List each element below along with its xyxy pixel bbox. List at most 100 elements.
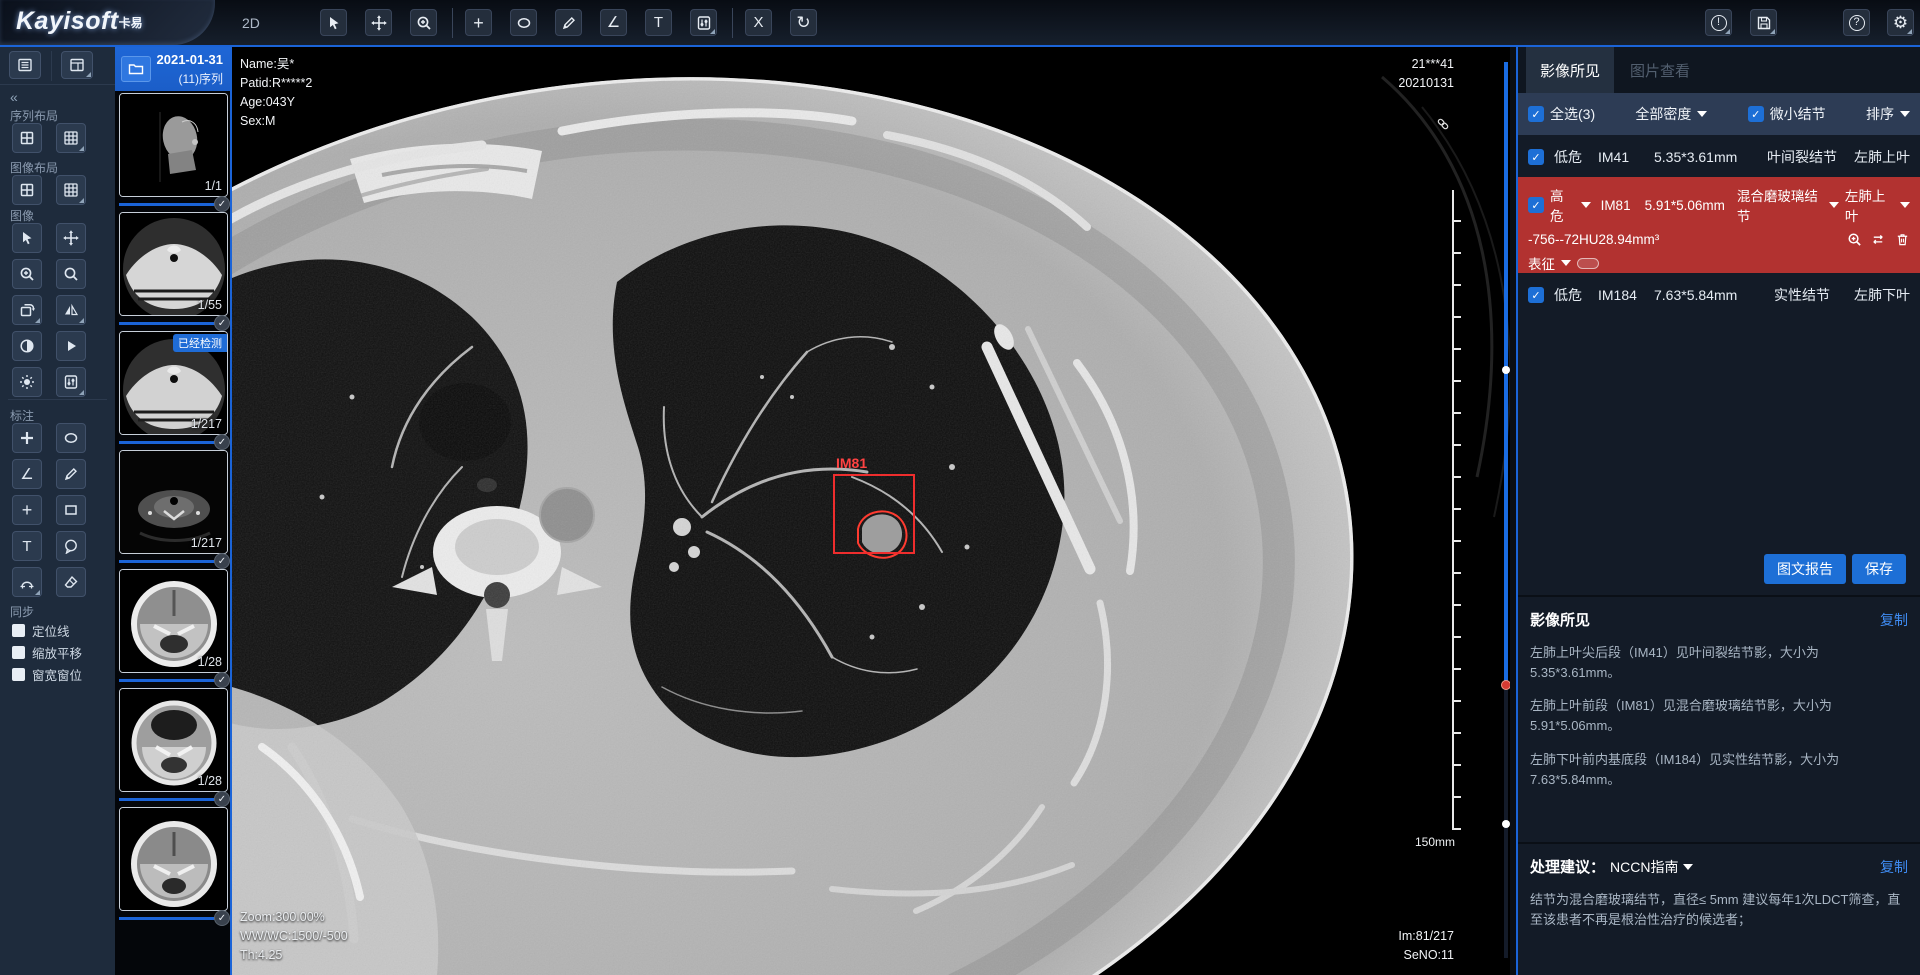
copy-findings-link[interactable]: 复制 — [1880, 610, 1908, 630]
checkbox-checked[interactable]: ✓ — [1528, 149, 1544, 165]
save-button[interactable]: 保存 — [1852, 554, 1906, 584]
image-layout-grid-button[interactable] — [56, 175, 86, 205]
select-all-checkbox[interactable]: ✓全选(3) — [1528, 104, 1595, 124]
ann-ellipse-button[interactable] — [56, 423, 86, 453]
scrollbar-thumb[interactable] — [1502, 366, 1510, 374]
side-flip-button[interactable] — [56, 295, 86, 325]
collapse-sidebar-button[interactable]: « — [10, 89, 18, 105]
zoom-tool-button[interactable] — [410, 9, 437, 36]
check-icon[interactable]: ✓ — [214, 196, 230, 212]
open-study-button[interactable] — [121, 56, 151, 82]
thumbnail-item[interactable]: 1/55 ✓ — [119, 212, 228, 316]
check-icon[interactable]: ✓ — [214, 434, 230, 450]
ct-viewport[interactable]: IM81 Name:吴*Patid:R*****2 Age:043YSex:M … — [232, 47, 1510, 975]
side-rotate-button[interactable] — [12, 295, 42, 325]
crosshair-tool-button[interactable]: + — [465, 9, 492, 36]
feature-toggle[interactable] — [1577, 258, 1599, 269]
chevron-down-icon[interactable] — [1683, 864, 1693, 870]
check-icon[interactable]: ✓ — [214, 910, 230, 926]
sync-localizer-checkbox[interactable]: 定位线 — [12, 621, 70, 640]
ct-image[interactable]: IM81 — [232, 47, 1510, 975]
chevron-down-icon[interactable] — [1561, 260, 1571, 266]
pencil-tool-button[interactable] — [555, 9, 582, 36]
locate-zoom-icon[interactable] — [1847, 232, 1862, 247]
angle-tool-button[interactable]: ∠ — [600, 9, 627, 36]
pan-tool-button[interactable] — [365, 9, 392, 36]
save-image-button[interactable] — [1750, 9, 1777, 36]
tab-image-view[interactable]: 图片查看 — [1616, 47, 1704, 93]
ann-plus-button[interactable]: + — [12, 495, 42, 525]
nodule-row-selected[interactable]: ✓ 高危 IM81 5.91*5.06mm 混合磨玻璃结节 左肺上叶 -756-… — [1518, 177, 1920, 273]
thumbnail-item[interactable]: ✓ — [119, 807, 228, 911]
check-icon[interactable]: ✓ — [214, 672, 230, 688]
side-cursor-button[interactable] — [12, 223, 42, 253]
ann-rectangle-button[interactable] — [56, 495, 86, 525]
sync-zoom-pan-checkbox[interactable]: 缩放平移 — [12, 643, 82, 662]
ann-angle-button[interactable]: ∠ — [12, 459, 42, 489]
tab-image-findings[interactable]: 影像所见 — [1526, 47, 1614, 93]
series-list-button[interactable] — [9, 51, 41, 79]
report-info-button[interactable]: ! — [1705, 9, 1732, 36]
checkbox[interactable] — [12, 668, 25, 681]
layout-preset-button[interactable] — [61, 51, 93, 79]
link-icon[interactable] — [1436, 117, 1450, 131]
thumbnail-item[interactable]: 1/1 ✓ — [119, 93, 228, 197]
sync-window-checkbox[interactable]: 窗宽窗位 — [12, 665, 82, 684]
check-icon[interactable]: ✓ — [214, 553, 230, 569]
trash-icon[interactable] — [1895, 232, 1910, 247]
side-zoom-in-button[interactable] — [12, 259, 42, 289]
thumbnail-item[interactable]: 已经检测 1/217 ✓ — [119, 331, 228, 435]
density-dropdown[interactable]: 全部密度 — [1635, 104, 1707, 124]
sort-dropdown[interactable]: 排序 — [1866, 104, 1910, 124]
compare-icon[interactable] — [1871, 232, 1886, 247]
series-layout-grid-button[interactable] — [56, 123, 86, 153]
reset-button[interactable]: ↻ — [790, 9, 817, 36]
series-layout-2x2-button[interactable] — [12, 123, 42, 153]
help-button[interactable]: ? — [1843, 9, 1870, 36]
side-invert-button[interactable] — [12, 331, 42, 361]
check-icon[interactable]: ✓ — [214, 791, 230, 807]
ann-comment-button[interactable] — [56, 531, 86, 561]
checkbox[interactable] — [12, 646, 25, 659]
checkbox-checked[interactable]: ✓ — [1528, 106, 1544, 122]
check-icon[interactable]: ✓ — [214, 315, 230, 331]
ann-crosshair-button[interactable] — [12, 423, 42, 453]
chevron-down-icon[interactable] — [1829, 202, 1839, 208]
ann-pencil-button[interactable] — [56, 459, 86, 489]
report-button[interactable]: 图文报告 — [1764, 554, 1846, 584]
angle-icon: ∠ — [607, 15, 620, 30]
ann-eraser-button[interactable] — [56, 567, 86, 597]
checkbox-checked[interactable]: ✓ — [1528, 287, 1544, 303]
image-layout-2x2-button[interactable] — [12, 175, 42, 205]
settings-button[interactable]: ⚙ — [1887, 9, 1914, 36]
text-tool-button[interactable]: T — [645, 9, 672, 36]
scrollbar-dot[interactable] — [1502, 820, 1510, 828]
chevron-down-icon[interactable] — [1581, 202, 1591, 208]
ann-arc-button[interactable] — [12, 567, 42, 597]
ann-text-button[interactable]: T — [12, 531, 42, 561]
zoom-in-icon — [19, 266, 35, 282]
side-cine-play-button[interactable] — [56, 331, 86, 361]
ellipse-tool-button[interactable] — [510, 9, 537, 36]
side-magnifier-button[interactable] — [56, 259, 86, 289]
checkbox[interactable] — [12, 624, 25, 637]
thumbnail-item[interactable]: 1/217 ✓ — [119, 450, 228, 554]
delete-annotation-button[interactable]: X — [745, 9, 772, 36]
side-window-level-button[interactable] — [56, 367, 86, 397]
thumbnail-item[interactable]: 1/28 ✓ — [119, 569, 228, 673]
nodule-row[interactable]: ✓ 低危 IM41 5.35*3.61mm 叶间裂结节 左肺上叶 — [1518, 139, 1920, 175]
nodule-position-dot[interactable] — [1501, 680, 1510, 690]
checkbox-checked[interactable]: ✓ — [1528, 197, 1544, 213]
nodule-row[interactable]: ✓ 低危 IM184 7.63*5.84mm 实性结节 左肺下叶 — [1518, 277, 1920, 313]
guideline-dropdown[interactable]: NCCN指南 — [1610, 857, 1678, 877]
chevron-down-icon[interactable] — [1900, 202, 1910, 208]
copy-advice-link[interactable]: 复制 — [1880, 857, 1908, 877]
thumbnail-item[interactable]: 1/28 ✓ — [119, 688, 228, 792]
slice-scrollbar[interactable] — [1504, 62, 1508, 958]
micro-nodule-checkbox[interactable]: ✓微小结节 — [1748, 104, 1826, 124]
checkbox-checked[interactable]: ✓ — [1748, 106, 1764, 122]
side-brightness-button[interactable] — [12, 367, 42, 397]
cursor-tool-button[interactable] — [320, 9, 347, 36]
window-level-tool-button[interactable] — [690, 9, 717, 36]
side-pan-button[interactable] — [56, 223, 86, 253]
